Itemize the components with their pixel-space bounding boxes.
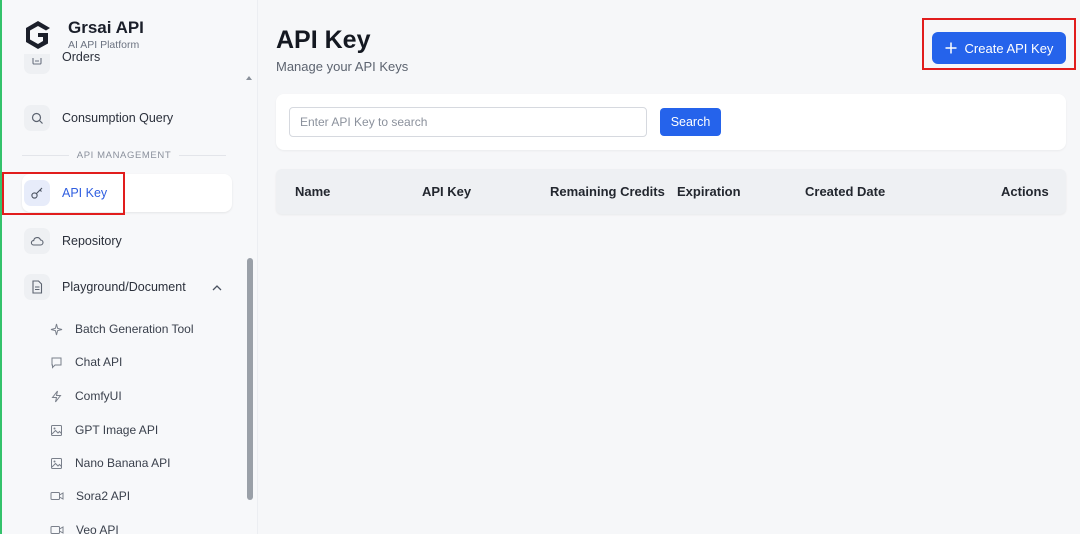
chevron-up-icon[interactable] bbox=[212, 284, 222, 291]
section-title-api-management: API MANAGEMENT bbox=[22, 150, 227, 161]
document-icon bbox=[24, 274, 50, 300]
sidebar-item-repository[interactable]: Repository bbox=[22, 222, 232, 260]
column-header-remaining-credits[interactable]: Remaining Credits bbox=[550, 169, 665, 214]
sidebar: Grsai API AI API Platform Orders Consump… bbox=[0, 0, 258, 534]
window-edge bbox=[0, 0, 2, 534]
sidebar-item-label: Orders bbox=[62, 50, 101, 64]
api-key-search-input[interactable] bbox=[289, 107, 647, 137]
brand-name: Grsai API bbox=[68, 18, 144, 37]
page-subtitle: Manage your API Keys bbox=[276, 59, 409, 74]
sub-item-label: GPT Image API bbox=[75, 423, 159, 437]
search-card: Search bbox=[276, 94, 1066, 150]
column-header-created-date[interactable]: Created Date bbox=[805, 169, 885, 214]
sidebar-item-label: Playground/Document bbox=[62, 280, 186, 294]
sidebar-scrollbar-thumb[interactable] bbox=[247, 258, 253, 500]
orders-icon bbox=[24, 54, 50, 74]
sidebar-item-label: Repository bbox=[62, 234, 122, 248]
search-icon bbox=[24, 105, 50, 131]
bolt-icon bbox=[51, 390, 62, 402]
main-content: API Key Manage your API Keys Create API … bbox=[258, 0, 1080, 534]
sub-item-label: Chat API bbox=[75, 355, 123, 369]
column-header-api-key[interactable]: API Key bbox=[422, 169, 471, 214]
search-button[interactable]: Search bbox=[660, 108, 721, 136]
sub-item-sora2-api[interactable]: Sora2 API bbox=[50, 485, 130, 507]
sub-item-label: Sora2 API bbox=[76, 489, 131, 503]
page-title: API Key bbox=[276, 26, 371, 54]
sub-item-veo-api[interactable]: Veo API bbox=[50, 519, 119, 534]
grsai-logo-icon bbox=[26, 21, 50, 49]
sparkle-icon bbox=[50, 323, 63, 335]
app-root: Grsai API AI API Platform Orders Consump… bbox=[0, 0, 1080, 534]
video-icon bbox=[50, 492, 64, 500]
sub-item-nano-banana-api[interactable]: Nano Banana API bbox=[50, 452, 170, 474]
image-icon bbox=[51, 424, 62, 436]
sidebar-item-orders[interactable]: Orders bbox=[22, 50, 232, 74]
api-key-table-header: Name API Key Remaining Credits Expiratio… bbox=[276, 169, 1066, 214]
sub-item-label: ComfyUI bbox=[75, 389, 122, 403]
highlight-box-api-key bbox=[2, 172, 125, 215]
sub-item-comfyui[interactable]: ComfyUI bbox=[50, 385, 122, 407]
column-header-expiration[interactable]: Expiration bbox=[677, 169, 741, 214]
sidebar-item-playground-document[interactable]: Playground/Document bbox=[22, 268, 232, 306]
sidebar-item-label: Consumption Query bbox=[62, 111, 174, 125]
sub-item-label: Nano Banana API bbox=[75, 456, 171, 470]
cloud-icon bbox=[24, 228, 50, 254]
video-icon bbox=[50, 526, 64, 534]
sub-item-label: Veo API bbox=[76, 523, 119, 534]
sub-item-label: Batch Generation Tool bbox=[75, 322, 194, 336]
sidebar-item-consumption-query[interactable]: Consumption Query bbox=[22, 99, 232, 137]
sub-item-batch-generation-tool[interactable]: Batch Generation Tool bbox=[50, 318, 194, 340]
column-header-name[interactable]: Name bbox=[295, 169, 330, 214]
image-icon bbox=[51, 457, 62, 469]
sub-item-gpt-image-api[interactable]: GPT Image API bbox=[50, 419, 158, 441]
section-title-text: API MANAGEMENT bbox=[76, 150, 172, 161]
sub-item-chat-api[interactable]: Chat API bbox=[50, 351, 122, 373]
brand[interactable]: Grsai API AI API Platform bbox=[22, 18, 144, 52]
scroll-up-arrow-icon[interactable] bbox=[245, 74, 253, 82]
chat-icon bbox=[51, 357, 62, 369]
column-header-actions[interactable]: Actions bbox=[1001, 169, 1049, 214]
highlight-box-create bbox=[922, 18, 1076, 70]
